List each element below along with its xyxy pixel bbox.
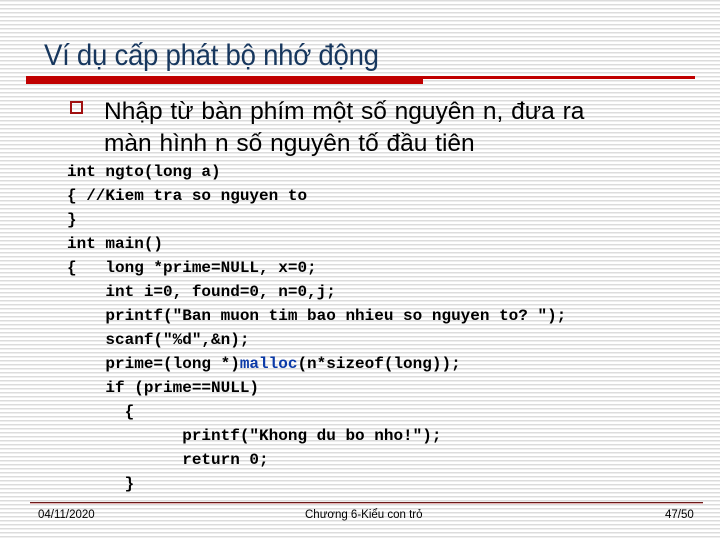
code-text: int i=0, found=0, n=0,j;: [105, 283, 336, 301]
code-line: printf("Khong du bo nho!");: [67, 424, 566, 448]
code-text: printf("Ban muon tim bao nhieu so nguyen…: [105, 307, 567, 325]
code-text: int ngto(long a): [67, 163, 221, 181]
code-line: return 0;: [67, 448, 566, 472]
code-block: int ngto(long a) { //Kiem tra so nguyen t…: [67, 160, 566, 496]
bullet-text: Nhập từ bàn phím một số nguyên n, đưa ra…: [104, 96, 584, 160]
code-text: }: [67, 211, 77, 229]
code-text: {: [124, 403, 135, 421]
code-line: if (prime==NULL): [67, 376, 566, 400]
footer-page-number: 47/50: [665, 509, 694, 521]
code-text: }: [124, 475, 135, 493]
slide-title: Ví dụ cấp phát bộ nhớ động: [44, 39, 379, 72]
code-text: (n*sizeof(long));: [297, 355, 461, 373]
code-line: int main(): [67, 232, 566, 256]
code-line: }: [67, 208, 566, 232]
code-text: if (prime==NULL): [105, 379, 260, 397]
code-line: int ngto(long a): [67, 160, 566, 184]
code-line: {: [67, 400, 566, 424]
bullet-text-line-2: màn hình n số nguyên tố đầu tiên: [104, 130, 475, 157]
code-line: prime=(long *)malloc(n*sizeof(long));: [67, 352, 566, 376]
code-line: printf("Ban muon tim bao nhieu so nguyen…: [67, 304, 566, 328]
code-text: { //Kiem tra so nguyen to: [67, 187, 308, 205]
code-text: scanf("%d",&n);: [105, 331, 250, 349]
bullet-text-line-1: Nhập từ bàn phím một số nguyên n, đưa ra: [104, 98, 585, 125]
code-line: }: [67, 472, 566, 496]
code-text: int main(): [67, 235, 164, 253]
code-text: prime=(long *): [105, 355, 240, 373]
code-text: { long *prime=NULL, x=0;: [67, 259, 317, 277]
hollow-square-bullet-icon: [70, 101, 83, 114]
code-text: return 0;: [182, 451, 269, 469]
code-text: printf("Khong du bo nho!");: [182, 427, 442, 445]
code-line: { //Kiem tra so nguyen to: [67, 184, 566, 208]
code-line: { long *prime=NULL, x=0;: [67, 256, 566, 280]
title-underline-thin: [26, 76, 695, 79]
footer-chapter: Chương 6-Kiểu con trỏ: [305, 509, 423, 521]
code-line: scanf("%d",&n);: [67, 328, 566, 352]
footer-divider: [30, 502, 703, 503]
code-function-name: malloc: [239, 355, 298, 373]
footer-date: 04/11/2020: [38, 509, 95, 521]
code-line: int i=0, found=0, n=0,j;: [67, 280, 566, 304]
